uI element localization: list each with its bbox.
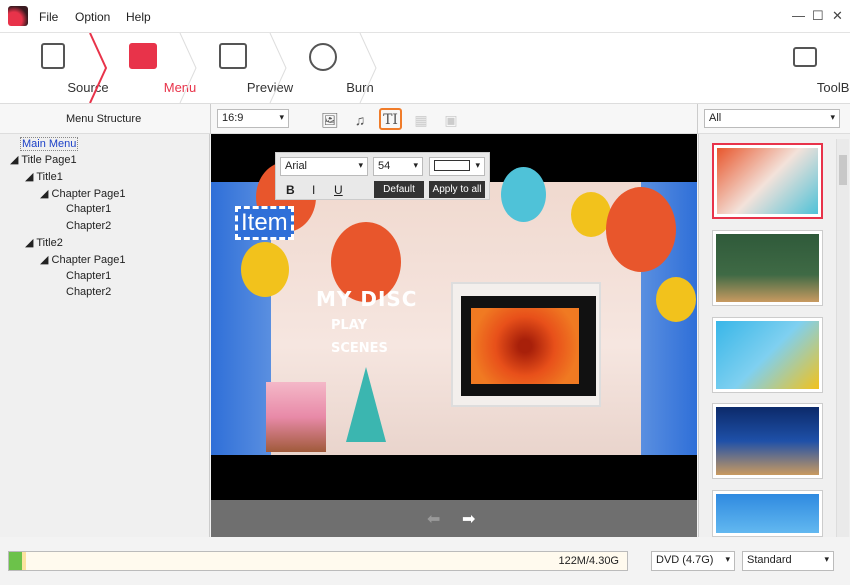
step-preview[interactable]: Preview	[195, 33, 293, 103]
divider	[210, 104, 211, 134]
tree-item[interactable]: ◢ Chapter Page1	[40, 187, 126, 200]
step-source[interactable]: Source	[18, 33, 109, 103]
tree-item[interactable]: Chapter2	[66, 220, 111, 232]
text-tool-icon[interactable]: TI	[379, 108, 402, 130]
item-text-selected[interactable]: Item	[235, 206, 294, 240]
template-thumbnail[interactable]	[712, 490, 823, 537]
menu-title-text[interactable]: MY DISC	[316, 287, 417, 311]
cake-decoration	[266, 382, 326, 452]
template-thumbnail[interactable]	[712, 230, 823, 306]
tree-item[interactable]: ◢ Title2	[25, 236, 63, 249]
status-bar: 122M/4.30G DVD (4.7G) Standard	[0, 537, 850, 585]
menu-background-image: MY DISC PLAY SCENES Item	[211, 162, 697, 455]
bold-button[interactable]: B	[286, 183, 295, 197]
step-burn[interactable]: Burn	[285, 33, 374, 103]
menu-help[interactable]: Help	[126, 10, 151, 24]
title-bar: File Option Help — ☐ ✕	[0, 0, 850, 33]
font-size-select[interactable]: 54	[373, 157, 423, 176]
menu-option[interactable]: Option	[75, 10, 110, 24]
default-button[interactable]: Default	[374, 181, 424, 198]
step-nav: Source Menu Preview Burn ToolBox	[0, 33, 850, 103]
underline-button[interactable]: U	[334, 183, 343, 197]
document-icon	[41, 43, 65, 69]
template-thumbnail[interactable]	[712, 317, 823, 393]
step-menu[interactable]: Menu	[105, 33, 196, 103]
music-icon[interactable]: ♫	[350, 110, 370, 130]
divider	[697, 104, 698, 134]
toolbox-icon	[793, 47, 817, 67]
template-list	[698, 134, 850, 537]
tree-item[interactable]: ◢ Chapter Page1	[40, 253, 126, 266]
scenes-button-text[interactable]: SCENES	[331, 341, 388, 356]
italic-button[interactable]: I	[312, 183, 315, 197]
tree-item[interactable]: Chapter1	[66, 203, 111, 215]
background-image-icon[interactable]: 🖼	[320, 110, 340, 130]
font-color-select[interactable]	[429, 157, 485, 176]
play-screen-icon	[218, 43, 247, 69]
tree-item[interactable]: Chapter2	[66, 286, 111, 298]
toolbox-button[interactable]: ToolBox	[770, 33, 850, 103]
template-filter-select[interactable]: All	[704, 109, 840, 128]
tree-item[interactable]: Chapter1	[66, 270, 111, 282]
add-chapter-icon: ▣	[444, 112, 458, 128]
video-thumbnail[interactable]	[461, 296, 596, 396]
menu-structure-label: Menu Structure	[66, 113, 142, 125]
tree-item-main-menu[interactable]: Main Menu	[20, 137, 79, 151]
prev-page-arrow-icon[interactable]: ⬅	[427, 509, 440, 529]
template-scrollbar[interactable]	[836, 139, 849, 537]
disc-icon	[308, 43, 337, 71]
aspect-ratio-select[interactable]: 16:9	[217, 109, 289, 128]
thumbnail-grid-icon: ▦	[414, 112, 428, 128]
template-thumbnail[interactable]	[712, 403, 823, 479]
menu-template-icon	[128, 43, 157, 69]
menu-structure-tree: Main Menu ◢ Title Page1 ◢ Title1 ◢ Chapt…	[0, 134, 210, 537]
step-divider	[359, 33, 377, 103]
tree-item[interactable]: ◢ Title1	[25, 170, 63, 183]
text-format-popup: Arial 54 B I U Default Apply to all	[275, 152, 490, 200]
menu-canvas[interactable]: MY DISC PLAY SCENES Item Arial 54 B I U …	[211, 134, 697, 537]
toolbar: Menu Structure 16:9 🖼 ♫ TI ▦ ▣ All	[0, 103, 850, 134]
quality-select[interactable]: Standard	[742, 551, 834, 571]
close-button[interactable]: ✕	[832, 8, 843, 24]
maximize-button[interactable]: ☐	[812, 8, 824, 24]
disc-type-select[interactable]: DVD (4.7G)	[651, 551, 735, 571]
font-select[interactable]: Arial	[280, 157, 368, 176]
page-nav: ⬅ ➡	[211, 500, 697, 537]
disc-usage-text: 122M/4.30G	[558, 555, 619, 567]
next-page-arrow-icon[interactable]: ➡	[462, 509, 475, 529]
menu-file[interactable]: File	[39, 10, 58, 24]
template-thumbnail[interactable]	[712, 143, 823, 219]
party-hat-decoration	[346, 367, 386, 442]
disc-usage-bar: 122M/4.30G	[8, 551, 628, 571]
tree-item[interactable]: ◢ Title Page1	[10, 153, 77, 166]
minimize-button[interactable]: —	[792, 8, 805, 23]
play-button-text[interactable]: PLAY	[331, 318, 367, 333]
apply-to-all-button[interactable]: Apply to all	[429, 181, 485, 198]
app-logo	[8, 6, 28, 26]
